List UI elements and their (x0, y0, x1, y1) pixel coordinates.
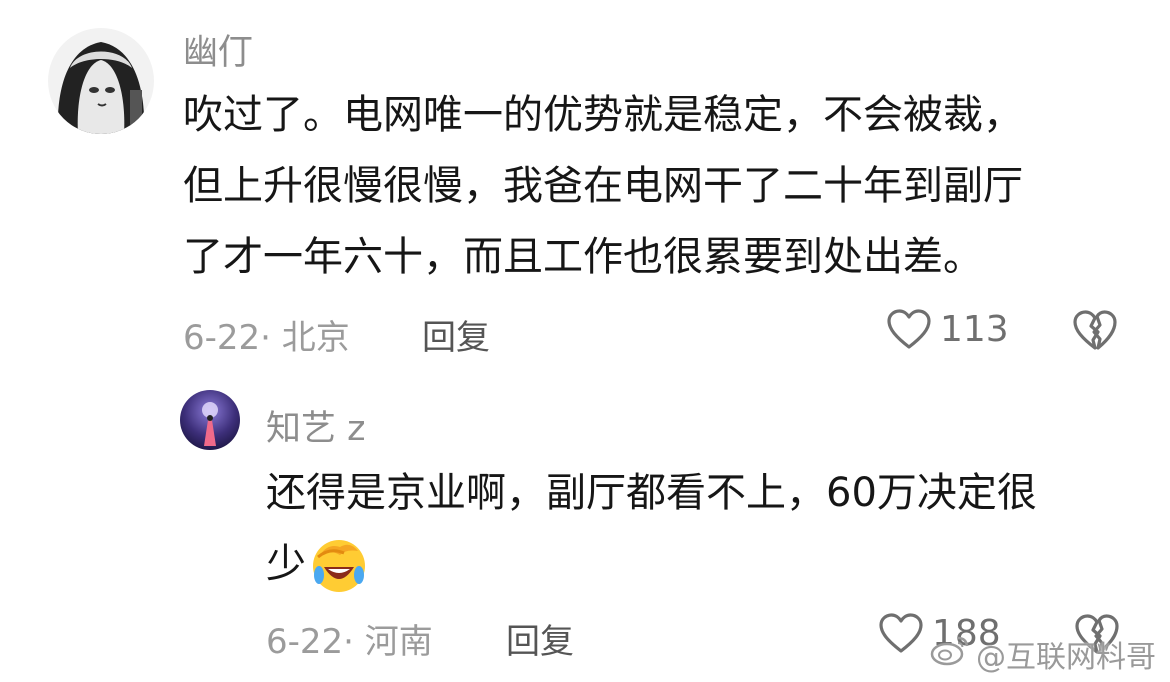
laughing-crying-emoji-icon (310, 537, 368, 595)
reply-button[interactable]: 回复 (422, 310, 490, 359)
like-button[interactable]: 113 (886, 308, 1009, 350)
username[interactable]: 知艺 z (266, 400, 366, 451)
avatar[interactable] (180, 390, 240, 450)
watermark-text: @互联网料哥 (976, 640, 1156, 675)
comment-text-line: 吹过了。电网唯一的优势就是稳定，不会被裁， (183, 92, 1023, 138)
username[interactable]: 幽仃 (183, 24, 253, 75)
comment-text-line: 了才一年六十，而且工作也很累要到处出差。 (183, 234, 983, 280)
comment-text-line: 还得是京业啊，副厅都看不上，60万决定很 (266, 470, 1037, 516)
heart-outline-icon (878, 612, 924, 654)
avatar[interactable] (48, 28, 154, 134)
comment-text: 吹过了。电网唯一的优势就是稳定，不会被裁， 但上升很慢很慢，我爸在电网干了二十年… (183, 80, 1023, 293)
heart-outline-icon (886, 308, 932, 350)
dislike-button[interactable] (1072, 308, 1118, 352)
comment-meta: 6-22· 河南 (266, 622, 433, 662)
comment-text-line: 少 (266, 529, 1037, 600)
reply-button[interactable]: 回复 (506, 614, 574, 663)
like-count: 113 (940, 308, 1009, 350)
comment-meta: 6-22· 北京 (183, 318, 350, 358)
broken-heart-icon (1072, 308, 1118, 352)
comment-text-fragment: 少 (266, 541, 306, 587)
comment-text: 还得是京业啊，副厅都看不上，60万决定很 少 (266, 458, 1037, 600)
weibo-logo-icon (930, 634, 976, 674)
watermark: @互联网料哥 (930, 632, 1156, 676)
comment-text-line: 但上升很慢很慢，我爸在电网干了二十年到副厅 (183, 163, 1023, 209)
